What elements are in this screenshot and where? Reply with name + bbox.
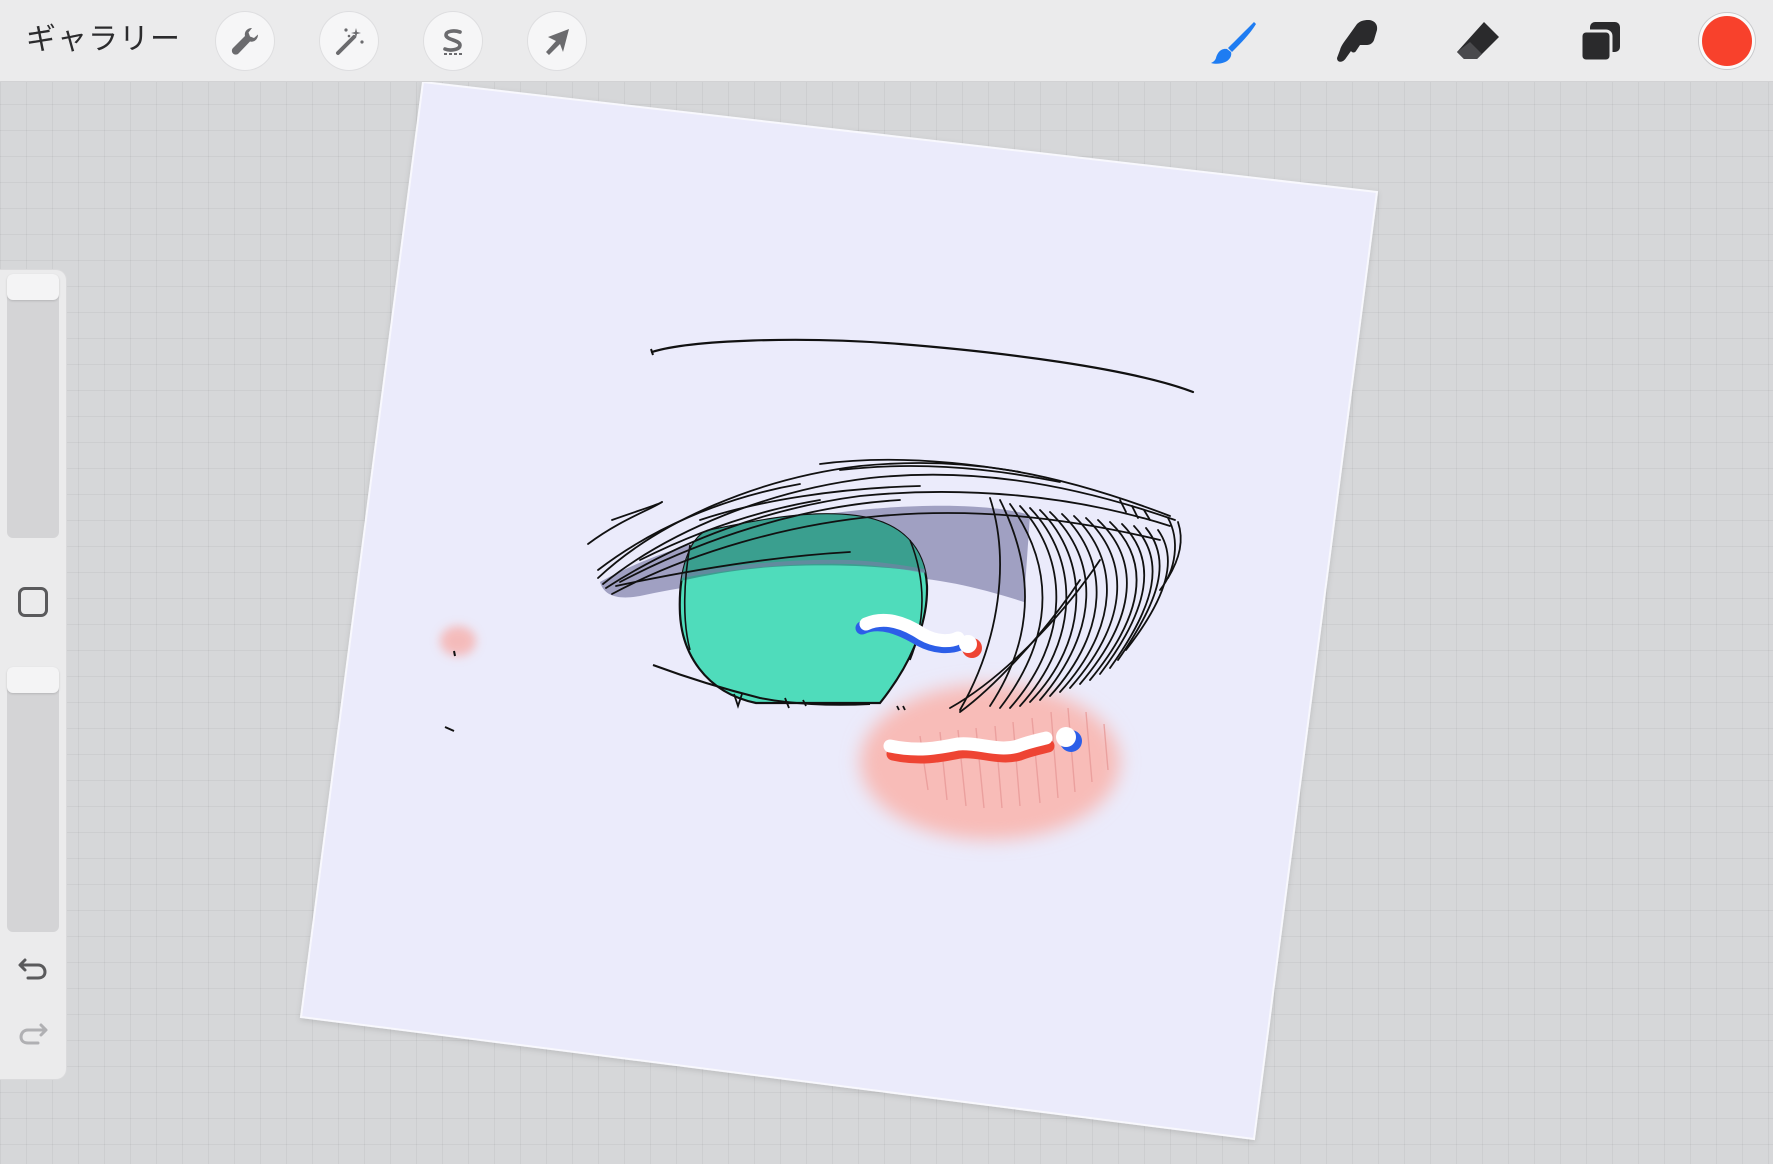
eraser-icon bbox=[1457, 22, 1499, 59]
square-modifier-icon[interactable] bbox=[18, 587, 48, 617]
under-eye-blush bbox=[860, 684, 1120, 840]
adjustments-button[interactable] bbox=[320, 12, 378, 70]
smudge-finger-icon bbox=[1337, 20, 1378, 62]
current-color-swatch[interactable] bbox=[1699, 13, 1755, 69]
eraser-tool-button[interactable] bbox=[1450, 14, 1506, 70]
brush-size-slider[interactable] bbox=[7, 274, 59, 538]
opacity-slider-thumb[interactable] bbox=[7, 667, 59, 693]
brush-tool-button[interactable] bbox=[1206, 14, 1262, 70]
left-sidebar bbox=[0, 270, 66, 1079]
wrench-icon bbox=[231, 28, 258, 55]
gallery-button[interactable]: ギャラリー bbox=[26, 18, 181, 62]
actions-button[interactable] bbox=[216, 12, 274, 70]
transform-button[interactable] bbox=[528, 12, 586, 70]
arrow-cursor-icon bbox=[546, 29, 569, 55]
undo-icon[interactable] bbox=[16, 950, 50, 984]
small-blush-mark bbox=[440, 626, 476, 656]
brush-size-slider-thumb[interactable] bbox=[7, 274, 59, 300]
selection-button[interactable] bbox=[424, 12, 482, 70]
brush-icon bbox=[1211, 22, 1256, 64]
layers-icon bbox=[1579, 22, 1620, 63]
small-tick-mark bbox=[453, 650, 456, 657]
canvas-area bbox=[0, 0, 1773, 1164]
magic-wand-icon bbox=[336, 28, 364, 55]
redo-icon[interactable] bbox=[16, 1015, 50, 1049]
opacity-slider[interactable] bbox=[7, 667, 59, 932]
layers-button[interactable] bbox=[1572, 14, 1628, 70]
smudge-tool-button[interactable] bbox=[1328, 14, 1384, 70]
top-toolbar: ギャラリー bbox=[0, 0, 1773, 82]
drawing-canvas[interactable] bbox=[0, 0, 1773, 1164]
selection-s-icon bbox=[443, 29, 463, 55]
